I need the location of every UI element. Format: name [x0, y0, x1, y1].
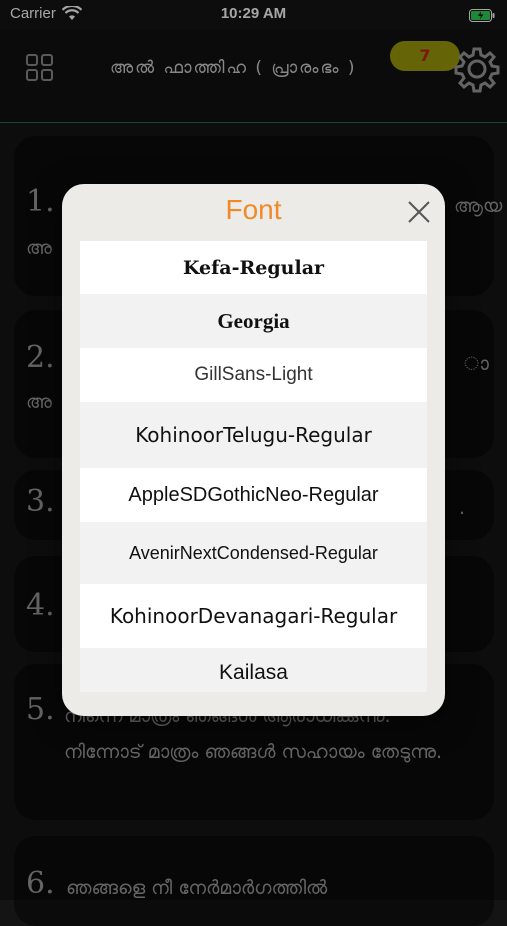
font-option[interactable]: AppleSDGothicNeo-Regular [80, 468, 427, 522]
font-option[interactable]: Kefa-Regular [80, 241, 427, 294]
font-list[interactable]: Kefa-Regular Georgia GillSans-Light Kohi… [80, 241, 427, 692]
font-option[interactable]: GillSans-Light [80, 348, 427, 402]
font-option[interactable]: KohinoorDevanagari-Regular [80, 584, 427, 648]
font-option[interactable]: Kailasa [80, 648, 427, 692]
font-option[interactable]: Georgia [80, 294, 427, 348]
font-option[interactable]: AvenirNextCondensed-Regular [80, 522, 427, 584]
font-picker-modal: Font Kefa-Regular Georgia GillSans-Light… [62, 184, 445, 716]
modal-title: Font [225, 194, 282, 225]
font-option[interactable]: KohinoorTelugu-Regular [80, 402, 427, 468]
close-icon[interactable] [407, 200, 431, 228]
